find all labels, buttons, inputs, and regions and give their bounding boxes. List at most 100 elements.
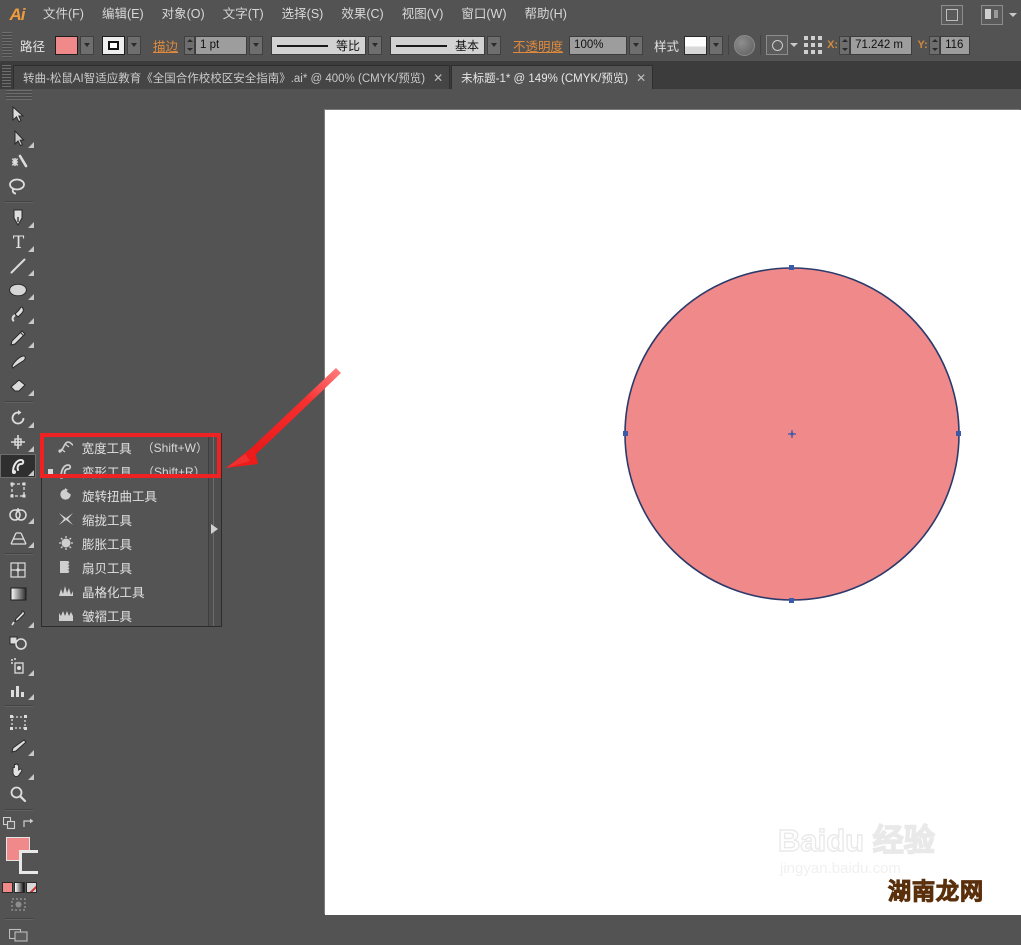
- tool-warp[interactable]: [0, 454, 36, 478]
- tool-column-graph[interactable]: [0, 678, 36, 702]
- stroke-color-swatch[interactable]: [102, 35, 126, 55]
- flyout-item-warp-tool[interactable]: 变形工具 （Shift+R）: [42, 459, 208, 483]
- brush-definition-select[interactable]: 基本: [390, 35, 486, 55]
- menu-file[interactable]: 文件(F): [34, 0, 93, 29]
- tab-bar-gripper[interactable]: [2, 65, 11, 87]
- flyout-item-bloat-tool[interactable]: 膨胀工具: [42, 531, 208, 555]
- tool-rotate[interactable]: [0, 406, 36, 430]
- flyout-item-pucker-tool[interactable]: 缩拢工具: [42, 507, 208, 531]
- flyout-item-twirl-tool[interactable]: 旋转扭曲工具: [42, 483, 208, 507]
- menu-help[interactable]: 帮助(H): [516, 0, 576, 29]
- scallop-tool-icon: [55, 557, 77, 577]
- tool-symbol-sprayer[interactable]: [0, 654, 36, 678]
- arrange-documents-icon[interactable]: [981, 4, 1003, 25]
- tool-slice[interactable]: [0, 734, 36, 758]
- flyout-item-crystallize-tool[interactable]: 晶格化工具: [42, 579, 208, 603]
- control-bar-gripper[interactable]: [2, 32, 12, 58]
- tool-type[interactable]: T: [0, 230, 36, 254]
- screen-mode-icon[interactable]: [941, 4, 963, 25]
- tool-direct-selection[interactable]: [0, 126, 36, 150]
- tool-ellipse[interactable]: [0, 278, 36, 302]
- tool-eraser[interactable]: [0, 374, 36, 398]
- tool-flyout-indicator-icon: [28, 222, 34, 228]
- tool-selection[interactable]: [0, 102, 36, 126]
- tool-mesh[interactable]: [0, 558, 36, 582]
- fill-color-swatch[interactable]: [55, 35, 79, 55]
- swap-fill-stroke-arrow-icon[interactable]: [22, 817, 35, 830]
- none-mode-button[interactable]: [25, 882, 37, 893]
- stroke-panel-link[interactable]: 描边: [153, 36, 178, 55]
- opacity-panel-link[interactable]: 不透明度: [513, 36, 563, 55]
- y-coordinate-field[interactable]: 116: [940, 35, 971, 55]
- tool-shape-builder[interactable]: [0, 502, 36, 526]
- menu-effect[interactable]: 效果(C): [332, 0, 392, 29]
- tool-hand[interactable]: [0, 758, 36, 782]
- menu-edit[interactable]: 编辑(E): [93, 0, 153, 29]
- tool-magic-wand[interactable]: [0, 150, 36, 174]
- screen-mode-toggle-icon[interactable]: [0, 923, 36, 945]
- x-coordinate-field[interactable]: 71.242 m: [850, 35, 913, 55]
- recolor-artwork-icon[interactable]: [734, 34, 756, 56]
- tool-line-segment[interactable]: [0, 254, 36, 278]
- flyout-tearoff-strip[interactable]: [208, 434, 221, 626]
- transform-chevron-down-icon[interactable]: [790, 43, 799, 47]
- chevron-down-icon[interactable]: [1009, 12, 1017, 17]
- stroke-weight-dropdown[interactable]: [249, 35, 264, 55]
- menu-select[interactable]: 选择(S): [273, 0, 333, 29]
- flyout-item-wrinkle-tool[interactable]: 皱褶工具: [42, 603, 208, 627]
- tool-zoom[interactable]: [0, 782, 36, 806]
- menu-object[interactable]: 对象(O): [153, 0, 214, 29]
- menu-view[interactable]: 视图(V): [393, 0, 453, 29]
- flyout-item-scallop-tool-label: 扇贝工具: [82, 561, 133, 576]
- flyout-item-width-tool[interactable]: 宽度工具 （Shift+W）: [42, 435, 208, 459]
- gradient-mode-button[interactable]: [13, 882, 25, 893]
- opacity-field[interactable]: 100%: [569, 35, 628, 55]
- stroke-weight-stepper[interactable]: [184, 35, 196, 55]
- brush-definition-value: 基本: [455, 38, 480, 53]
- close-icon[interactable]: ✕: [636, 72, 646, 84]
- stroke-weight-field[interactable]: 1 pt: [195, 35, 248, 55]
- width-profile-dropdown[interactable]: [368, 35, 383, 55]
- y-coordinate-stepper[interactable]: [929, 35, 941, 55]
- document-tab-1-label: 转曲-松鼠AI智适应教育《全国合作校校区安全指南》.ai* @ 400% (CM…: [23, 72, 426, 85]
- drawing-mode-icon[interactable]: [0, 893, 36, 915]
- tool-paintbrush[interactable]: [0, 302, 36, 326]
- menu-type[interactable]: 文字(T): [214, 0, 273, 29]
- width-profile-select[interactable]: 等比: [271, 35, 367, 55]
- artboard[interactable]: [325, 110, 1021, 915]
- tool-lasso[interactable]: [0, 174, 36, 198]
- tools-panel-gripper[interactable]: [6, 90, 32, 100]
- tool-pen[interactable]: [0, 206, 36, 230]
- tool-eyedropper[interactable]: [0, 606, 36, 630]
- fill-stroke-swap-icon[interactable]: [2, 816, 16, 830]
- graphic-style-thumbnail[interactable]: [684, 35, 708, 55]
- graphic-style-dropdown[interactable]: [709, 35, 724, 55]
- warp-tools-flyout-panel[interactable]: 宽度工具 （Shift+W） 变形工具 （Shift+R） 旋转扭曲工具 缩拢工…: [41, 433, 222, 627]
- fill-swatch-dropdown[interactable]: [80, 35, 95, 55]
- selection-bullet: [46, 515, 54, 523]
- flyout-item-width-tool-shortcut: （Shift+W）: [141, 440, 208, 455]
- tool-flyout-indicator-icon: [28, 670, 34, 676]
- tool-artboard[interactable]: [0, 710, 36, 734]
- x-coordinate-stepper[interactable]: [839, 35, 851, 55]
- color-mode-button[interactable]: [1, 882, 13, 893]
- tool-perspective-grid[interactable]: [0, 526, 36, 550]
- tool-free-transform[interactable]: [0, 478, 36, 502]
- flyout-item-scallop-tool[interactable]: 扇贝工具: [42, 555, 208, 579]
- stroke-swatch-dropdown[interactable]: [127, 35, 142, 55]
- tool-gradient[interactable]: [0, 582, 36, 606]
- tool-blob-brush[interactable]: [0, 350, 36, 374]
- document-tab-2[interactable]: 未标题-1* @ 149% (CMYK/预览) ✕: [451, 65, 654, 89]
- close-icon[interactable]: ✕: [433, 72, 443, 84]
- tearoff-handle-icon[interactable]: [211, 524, 218, 534]
- menu-window[interactable]: 窗口(W): [452, 0, 515, 29]
- align-reference-point-icon[interactable]: [804, 36, 823, 54]
- opacity-dropdown[interactable]: [629, 35, 644, 55]
- document-tab-1[interactable]: 转曲-松鼠AI智适应教育《全国合作校校区安全指南》.ai* @ 400% (CM…: [13, 65, 451, 89]
- brush-definition-dropdown[interactable]: [487, 35, 502, 55]
- transform-panel-icon[interactable]: [766, 35, 789, 55]
- tool-blend[interactable]: [0, 630, 36, 654]
- tool-pencil[interactable]: [0, 326, 36, 350]
- selection-bullet: [46, 539, 54, 547]
- tool-scale[interactable]: [0, 430, 36, 454]
